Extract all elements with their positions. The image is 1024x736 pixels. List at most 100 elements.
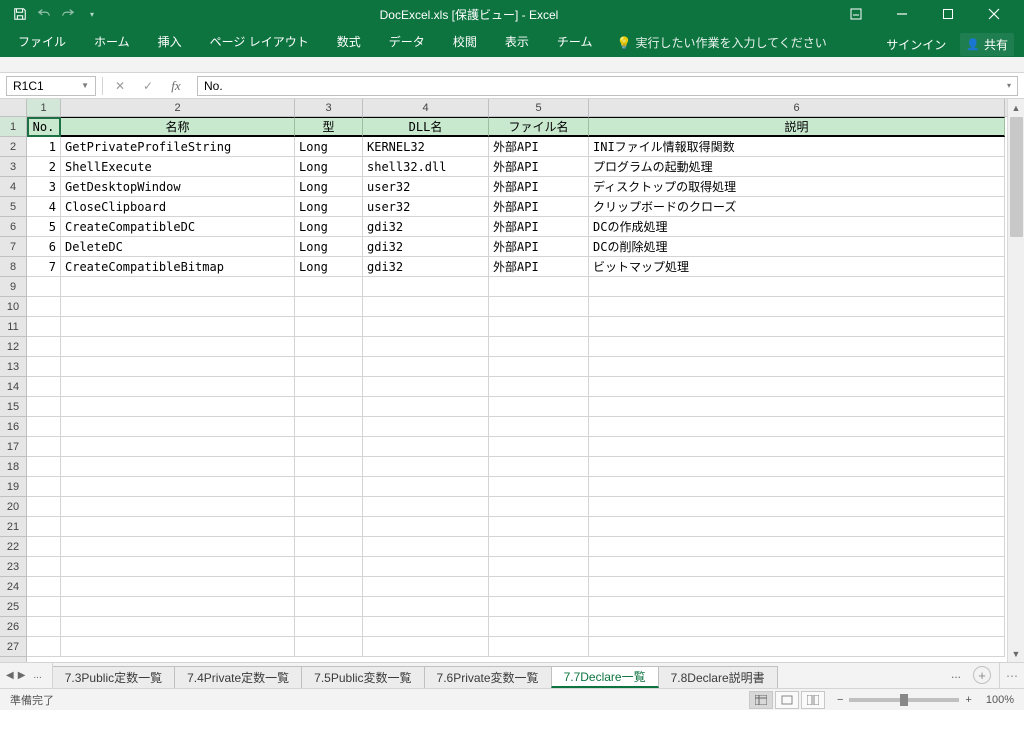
cell[interactable] [363,357,489,377]
cell[interactable]: Long [295,157,363,177]
sheet-tab[interactable]: 7.5Public変数一覧 [301,666,424,688]
cell[interactable] [61,637,295,657]
cell[interactable] [61,557,295,577]
page-break-view-icon[interactable] [801,691,825,709]
cell[interactable] [61,597,295,617]
row-header[interactable]: 2 [0,137,26,157]
row-header[interactable]: 16 [0,417,26,437]
row-header[interactable]: 6 [0,217,26,237]
cell[interactable] [363,597,489,617]
tab-team[interactable]: チーム [543,27,607,57]
row-header[interactable]: 24 [0,577,26,597]
cell[interactable] [27,417,61,437]
formula-input[interactable]: No. ▾ [197,76,1018,96]
cell[interactable] [61,377,295,397]
cell[interactable]: 外部API [489,157,589,177]
cell[interactable] [61,577,295,597]
cell[interactable]: CreateCompatibleDC [61,217,295,237]
cell[interactable]: gdi32 [363,257,489,277]
cell[interactable] [363,517,489,537]
new-sheet-button[interactable]: + [973,666,991,684]
cell[interactable] [589,557,1005,577]
cell[interactable] [61,357,295,377]
cell[interactable]: Long [295,197,363,217]
cell[interactable] [489,337,589,357]
vertical-scrollbar[interactable]: ▲ ▼ [1007,99,1024,662]
cell[interactable]: ディスクトップの取得処理 [589,177,1005,197]
tab-review[interactable]: 校閲 [439,27,491,57]
cell[interactable] [61,497,295,517]
cell[interactable] [363,377,489,397]
cell[interactable] [589,377,1005,397]
cell[interactable] [589,357,1005,377]
cell[interactable]: 7 [27,257,61,277]
cell[interactable] [363,537,489,557]
cell[interactable] [27,557,61,577]
cell[interactable] [27,437,61,457]
cell[interactable] [489,577,589,597]
cell[interactable] [295,397,363,417]
row-header[interactable]: 14 [0,377,26,397]
cell[interactable] [589,457,1005,477]
cell[interactable] [295,337,363,357]
cell[interactable]: ビットマップ処理 [589,257,1005,277]
zoom-out-button[interactable]: − [837,694,843,706]
row-header[interactable]: 7 [0,237,26,257]
zoom-level[interactable]: 100% [986,694,1014,706]
cell[interactable]: 外部API [489,257,589,277]
row-header[interactable]: 13 [0,357,26,377]
cell[interactable] [61,457,295,477]
cell[interactable]: CloseClipboard [61,197,295,217]
cell[interactable] [27,357,61,377]
sheet-nav-next-icon[interactable]: ▶ [18,670,26,681]
cell[interactable] [295,317,363,337]
row-header[interactable]: 12 [0,337,26,357]
cell[interactable]: Long [295,177,363,197]
cell[interactable] [27,497,61,517]
cell[interactable] [295,437,363,457]
cell[interactable] [27,397,61,417]
cell[interactable] [489,417,589,437]
cell[interactable] [589,637,1005,657]
row-header[interactable]: 23 [0,557,26,577]
cell[interactable]: 名称 [61,117,295,137]
tab-page-layout[interactable]: ページ レイアウト [196,27,323,57]
cell[interactable] [295,457,363,477]
hscroll-placeholder[interactable]: ⋯ [999,663,1024,688]
cell[interactable] [363,437,489,457]
cells-area[interactable]: No.名称型DLL名ファイル名説明1GetPrivateProfileStrin… [27,117,1007,662]
cell[interactable] [489,357,589,377]
cell[interactable]: ファイル名 [489,117,589,137]
cell[interactable]: 型 [295,117,363,137]
tab-view[interactable]: 表示 [491,27,543,57]
cell[interactable]: 外部API [489,237,589,257]
cell[interactable] [295,297,363,317]
cell[interactable] [295,617,363,637]
cell[interactable] [295,497,363,517]
close-icon[interactable] [972,2,1016,26]
cell[interactable]: gdi32 [363,217,489,237]
cell[interactable] [363,577,489,597]
cell[interactable] [589,617,1005,637]
cell[interactable] [489,637,589,657]
cell[interactable] [489,277,589,297]
cell[interactable] [295,537,363,557]
cell[interactable] [363,457,489,477]
cell[interactable] [27,637,61,657]
cell[interactable] [61,417,295,437]
normal-view-icon[interactable] [749,691,773,709]
cell[interactable] [27,457,61,477]
row-header[interactable]: 18 [0,457,26,477]
cell[interactable]: Long [295,137,363,157]
row-header[interactable]: 21 [0,517,26,537]
cell[interactable] [61,617,295,637]
cell[interactable] [589,397,1005,417]
cell[interactable] [295,417,363,437]
zoom-slider-knob[interactable] [900,694,908,706]
cell[interactable] [489,457,589,477]
sheet-tab[interactable]: 7.7Declare一覧 [551,666,659,688]
cell[interactable] [589,277,1005,297]
cell[interactable] [489,597,589,617]
zoom-slider[interactable] [849,698,959,702]
qat-dropdown-icon[interactable]: ▾ [80,2,104,26]
